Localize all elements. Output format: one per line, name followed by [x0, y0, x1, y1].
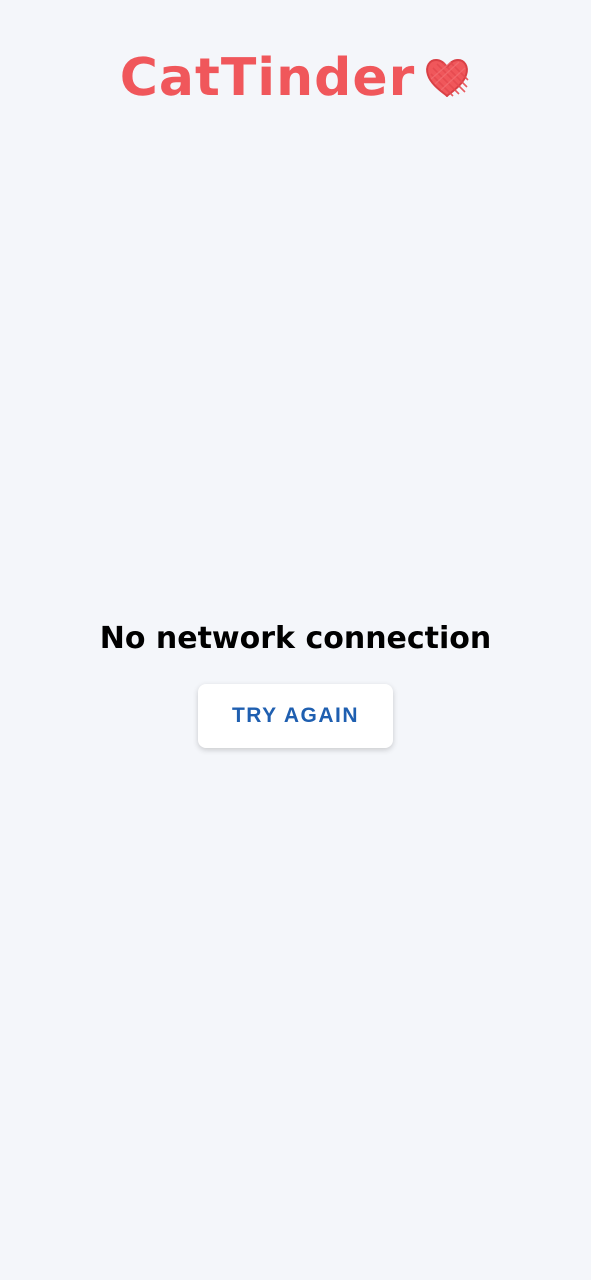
try-again-button[interactable]: TRY AGAIN: [198, 684, 393, 748]
heart-icon: [423, 54, 471, 102]
app-header: CatTinder: [0, 52, 591, 104]
app-logo: CatTinder: [120, 52, 472, 104]
no-network-message: No network connection: [99, 621, 492, 656]
brand-name: CatTinder: [119, 48, 416, 108]
